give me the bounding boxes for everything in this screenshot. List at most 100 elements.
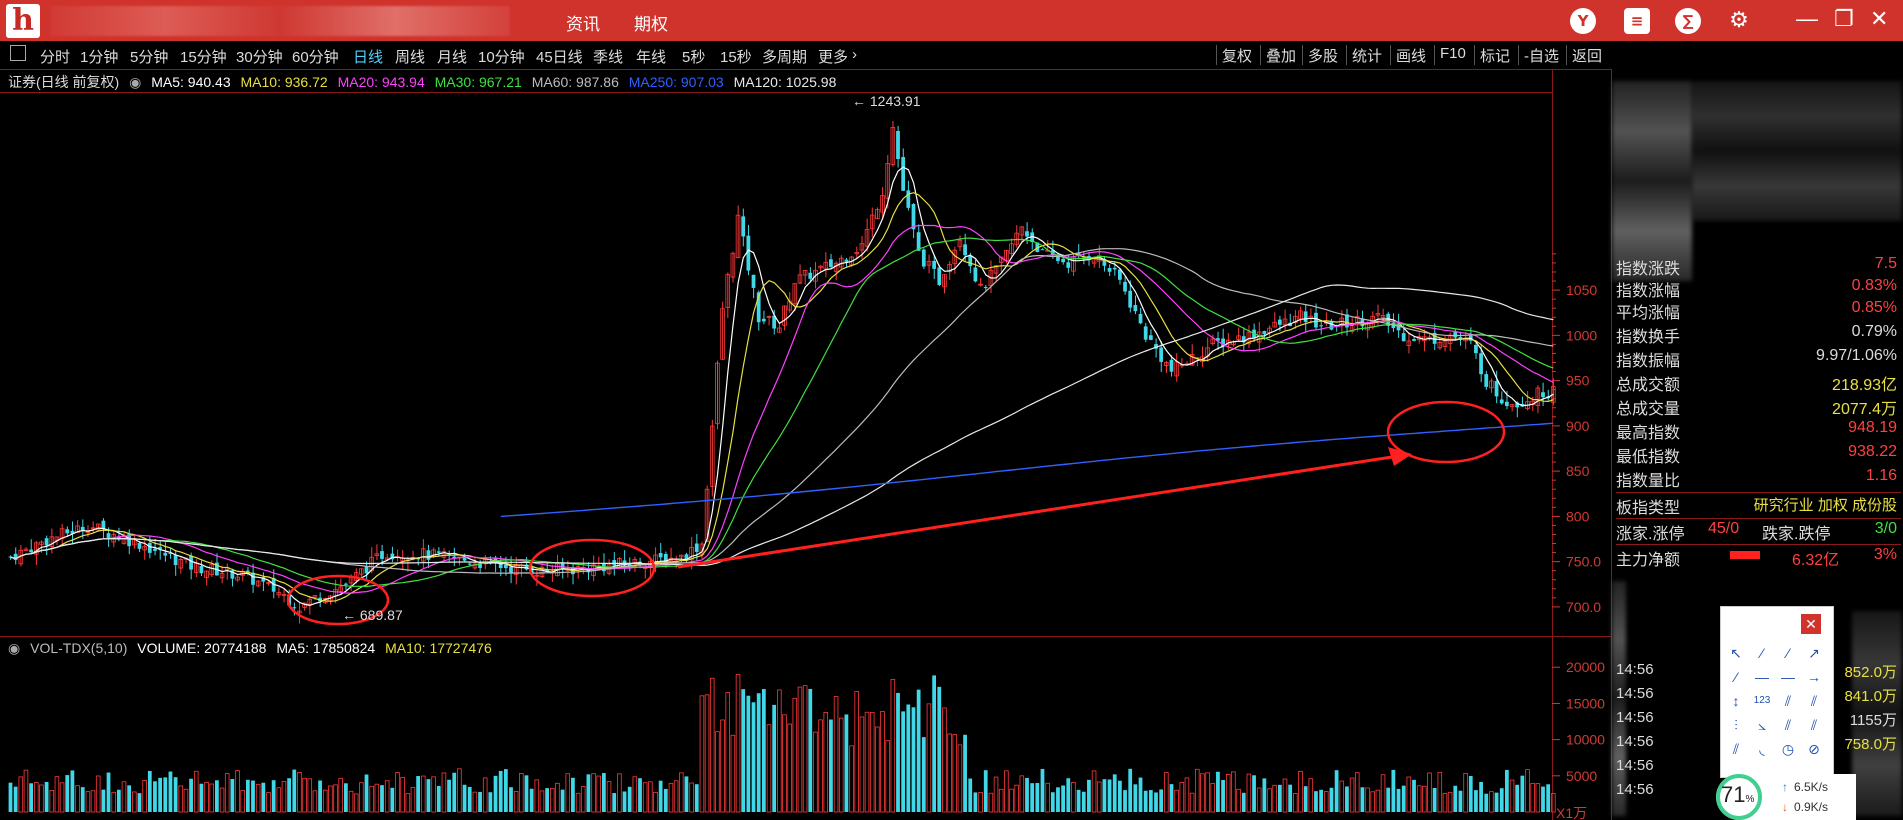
close-button[interactable]: ✕ (1870, 6, 1888, 32)
volume-bar (1231, 771, 1236, 813)
volume-bar (823, 712, 829, 813)
network-monitor[interactable]: 71% ↑ 6.5K/s ↓ 0.9K/s (1716, 774, 1856, 820)
volume-bar (926, 703, 932, 813)
volume-bar (1365, 787, 1370, 813)
dropdown-icon[interactable]: ◉ (8, 640, 20, 656)
sigma-icon[interactable]: ∑ (1675, 8, 1701, 34)
candle-body (1148, 335, 1153, 340)
volume-bar (906, 704, 911, 812)
volume-bar (890, 678, 896, 813)
volume-bar (348, 790, 354, 813)
volume-bar (973, 792, 978, 812)
volume-bar (663, 788, 668, 812)
minimize-button[interactable]: — (1796, 6, 1818, 32)
candle-body (983, 287, 988, 289)
candle-body (137, 542, 142, 549)
hray-tool-icon[interactable]: — (1777, 667, 1799, 687)
volume-bar (606, 781, 612, 813)
volume-bar (1112, 774, 1117, 812)
ellipse-tool-icon[interactable]: ⊘ (1803, 739, 1825, 759)
volume-bar (911, 707, 916, 812)
arrow-tool-icon[interactable]: ↗ (1803, 643, 1825, 663)
volume-bar (1267, 788, 1272, 813)
trend-arrow-line (677, 455, 1393, 569)
volume-bar (441, 772, 447, 813)
volume-bar (1447, 791, 1453, 813)
volume-bar (215, 780, 219, 812)
candle-body (101, 520, 106, 529)
volume-bar (1277, 784, 1282, 812)
volume-bar (95, 775, 101, 813)
volume-bar (132, 791, 137, 813)
volume-bar (1308, 778, 1314, 813)
candle-body (932, 260, 936, 269)
volume-bar (307, 778, 313, 813)
volume-bar (1442, 793, 1448, 813)
period-tool-icon[interactable]: ⫽ (1725, 739, 1747, 759)
volume-bar (1412, 779, 1416, 812)
candle-body (44, 538, 49, 546)
volume-bar (1035, 782, 1040, 812)
maximize-button[interactable]: ❐ (1834, 6, 1854, 32)
volume-bar (276, 787, 282, 813)
volume-bar (813, 731, 818, 813)
ray-tool-icon[interactable]: ⁄ (1777, 643, 1799, 663)
volume-bar (673, 780, 679, 813)
kline-chart[interactable]: 1050 1000 950 900 850 800 750.0 700.0 20000 15000… (0, 0, 1612, 820)
harrow-tool-icon[interactable]: → (1803, 667, 1825, 687)
volume-bar (410, 787, 416, 813)
volume-bar (833, 696, 839, 813)
volume-bar (90, 790, 96, 813)
volume-bar (1050, 792, 1055, 812)
candle-body (1541, 392, 1545, 398)
channel-tool-icon[interactable]: ⫽ (1777, 691, 1799, 711)
gann-tool-icon[interactable]: ⫽ (1777, 715, 1799, 735)
candle-body (1138, 313, 1143, 324)
volume-bar (896, 692, 900, 812)
hline-tool-icon[interactable]: — (1751, 667, 1773, 687)
volume-bar (467, 786, 472, 812)
volume-bar (137, 793, 142, 812)
gear-icon[interactable]: ⚙ (1726, 8, 1752, 34)
arc-tool-icon[interactable]: ◟ (1751, 739, 1773, 759)
volume-bar (312, 790, 318, 813)
volume-bar (1004, 770, 1009, 813)
layout-icon[interactable]: ≡ (1624, 8, 1650, 34)
volume-legend: ◉ VOL-TDX(5,10) VOLUME: 20774188 MA5: 17… (8, 640, 498, 660)
volume-bar (1541, 786, 1545, 812)
volume-bar (1288, 784, 1293, 812)
legend-vol-ma5: MA5: 17850824 (276, 640, 376, 656)
angle-tool-icon[interactable]: ⦣ (1751, 715, 1773, 735)
candle-body (829, 259, 833, 267)
wave-tool-icon[interactable]: 123 (1751, 691, 1773, 711)
stat-vol-ratio: 指数量比 1.16 (1616, 467, 1897, 490)
volume-bar (818, 719, 823, 813)
line-tool-icon[interactable]: ⁄ (1751, 643, 1773, 663)
circle-tool-icon[interactable]: ◷ (1777, 739, 1799, 759)
cursor-tool-icon[interactable]: ↖ (1725, 643, 1747, 663)
dropdown-icon[interactable]: ◉ (129, 74, 141, 90)
candle-body (1277, 319, 1282, 325)
candle-body (1474, 344, 1478, 354)
sector-type: 板指类型 研究行业 加权 成份股 (1616, 492, 1901, 517)
volume-bar (271, 780, 276, 812)
fib-tool-icon[interactable]: ⫶ (1725, 715, 1747, 735)
parallel-tool-icon[interactable]: ⫽ (1803, 691, 1825, 711)
volume-bar (838, 717, 844, 813)
volume-bar (70, 770, 75, 812)
volume-bar (1071, 782, 1076, 813)
volume-bar (1061, 785, 1065, 812)
volume-bar (921, 737, 926, 812)
volume-bar (34, 782, 39, 813)
drawing-tools-palette[interactable]: ✕ ↖ ⁄ ⁄ ↗ ⁄ — — → ↕ 123 ⫽ ⫽ ⫶ ⦣ ⫽ ⫽ ⫽ ◟ … (1720, 606, 1834, 778)
candle-body (751, 274, 756, 288)
volume-bar (153, 781, 157, 812)
candle-body (467, 563, 472, 565)
segment-tool-icon[interactable]: ⁄ (1725, 667, 1747, 687)
volume-bar (513, 791, 519, 813)
vline-tool-icon[interactable]: ↕ (1725, 691, 1747, 711)
close-icon[interactable]: ✕ (1801, 614, 1821, 634)
fan-tool-icon[interactable]: ⫽ (1803, 715, 1825, 735)
volume-bar (1546, 784, 1551, 812)
volume-bar (756, 693, 761, 812)
